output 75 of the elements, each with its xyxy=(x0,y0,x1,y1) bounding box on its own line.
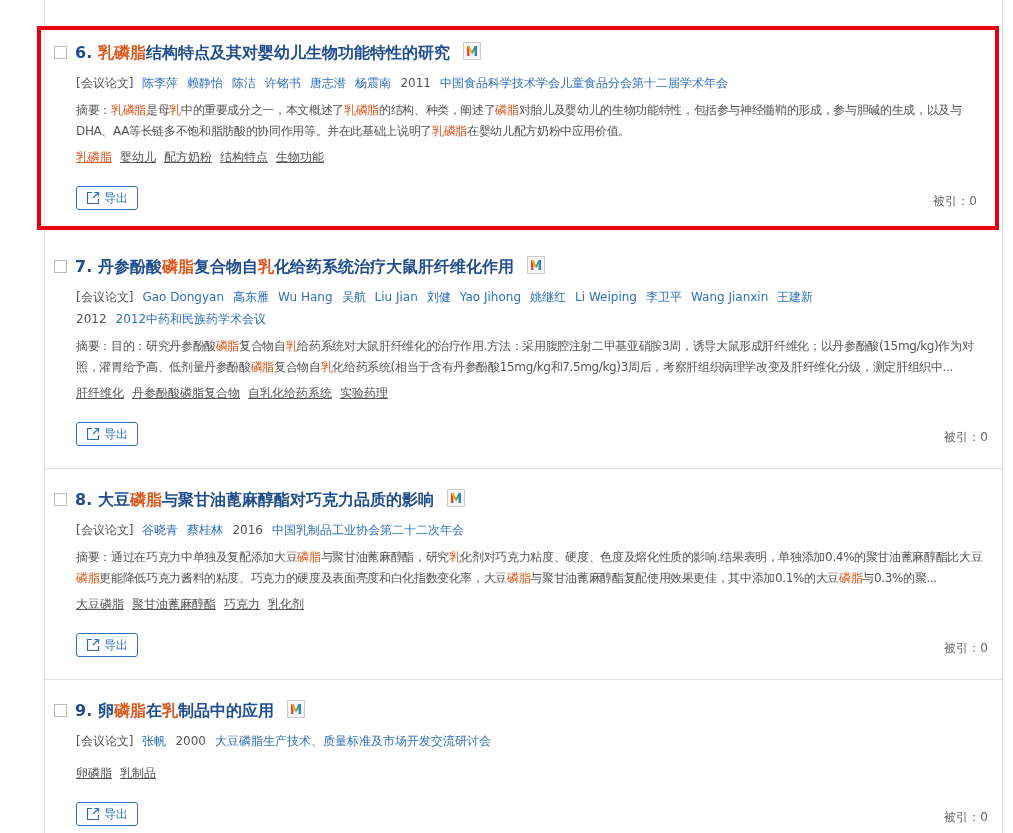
checkbox[interactable] xyxy=(54,704,67,717)
year: 2000 xyxy=(175,734,206,748)
author-link[interactable]: 谷晓青 xyxy=(142,523,179,537)
keyword-link[interactable]: 自乳化给药系统 xyxy=(248,386,332,400)
author-link[interactable]: 高东雁 xyxy=(233,290,270,304)
abstract-text: 摘要：乳磷脂是母乳中的重要成分之一，本文概述了乳磷脂的结构、种类，阐述了磷脂对胎儿及婴幼儿的生物功能特性，包括参与神经髓鞘的形成，参与胆碱的生成，以及与DHA、AA等长链多不饱和脂肪酸的协同作用等。并在此基础上说明了乳磷脂在婴幼儿配方奶粉中应用价值。 xyxy=(76,102,963,140)
author-link[interactable]: 陈李萍 xyxy=(142,76,179,90)
author-link[interactable]: 吴航 xyxy=(341,290,366,304)
export-button[interactable]: 导出 xyxy=(76,422,138,446)
cited-count: 被引：0 xyxy=(944,640,988,657)
author-link[interactable]: Li Weiping xyxy=(575,290,637,304)
keyword-link[interactable]: 丹参酚酸磷脂复合物 xyxy=(132,386,240,400)
export-icon xyxy=(86,191,100,205)
m-logo-icon[interactable] xyxy=(526,256,545,274)
author-link[interactable]: 杨震南 xyxy=(355,76,392,90)
author-link[interactable]: 陈洁 xyxy=(232,76,257,90)
author-link[interactable]: 张帆 xyxy=(142,734,167,748)
keyword-link[interactable]: 乳化剂 xyxy=(268,597,304,611)
result-title[interactable]: 6. 乳磷脂结构特点及其对婴幼儿生物功能特性的研究 xyxy=(75,42,450,64)
export-button[interactable]: 导出 xyxy=(76,802,138,826)
checkbox[interactable] xyxy=(54,493,67,506)
result-title[interactable]: 7. 丹参酚酸磷脂复合物自乳化给药系统治疗大鼠肝纤维化作用 xyxy=(75,256,514,278)
author-link[interactable]: Liu Jian xyxy=(374,290,418,304)
export-icon xyxy=(86,807,100,821)
document-type: [会议论文] xyxy=(76,734,134,748)
author-link[interactable]: 李卫平 xyxy=(645,290,682,304)
year: 2016 xyxy=(232,523,263,537)
keyword-link[interactable]: 肝纤维化 xyxy=(76,386,124,400)
keyword-link[interactable]: 实验药理 xyxy=(340,386,388,400)
abstract-text: 摘要：目的：研究丹参酚酸磷脂复合物自乳给药系统对大鼠肝纤维化的治疗作用.方法：采用腹腔注射二甲基亚硝胺3周，诱导大鼠形成肝纤维化；以丹参酚酸(15mg/kg)作为对照，灌胃给予高、低剂量丹参酚酸磷脂复合物自乳化给药系统(相当于含有丹参酚酸15mg/kg和7.5mg/kg)3周后，考察肝组织病理学改变及肝纤维化分级，测定肝组织中... xyxy=(76,338,975,376)
keyword-link[interactable]: 大豆磷脂 xyxy=(76,597,124,611)
export-icon xyxy=(86,427,100,441)
author-link[interactable]: 许铭书 xyxy=(265,76,302,90)
author-link[interactable]: 蔡桂林 xyxy=(187,523,224,537)
keyword-link[interactable]: 乳制品 xyxy=(120,766,156,780)
keyword-link[interactable]: 婴幼儿 xyxy=(120,150,156,164)
year: 2012 xyxy=(76,312,107,326)
m-logo-icon[interactable] xyxy=(286,700,305,718)
cited-count: 被引：0 xyxy=(944,429,988,446)
document-type: [会议论文] xyxy=(76,290,134,304)
checkbox[interactable] xyxy=(54,46,67,59)
keyword-link[interactable]: 生物功能 xyxy=(276,150,324,164)
keyword-link[interactable]: 聚甘油蓖麻醇酯 xyxy=(132,597,216,611)
source-link[interactable]: 中国食品科学技术学会儿童食品分会第十二届学术年会 xyxy=(439,76,728,90)
result-title[interactable]: 9. 卵磷脂在乳制品中的应用 xyxy=(75,700,274,722)
source-link[interactable]: 中国乳制品工业协会第二十二次年会 xyxy=(271,523,464,537)
keyword-link[interactable]: 乳磷脂 xyxy=(76,150,112,164)
cited-count: 被引：0 xyxy=(944,809,988,826)
keyword-link[interactable]: 卵磷脂 xyxy=(76,766,112,780)
author-link[interactable]: 赖静怡 xyxy=(187,76,224,90)
year: 2011 xyxy=(400,76,431,90)
document-type: [会议论文] xyxy=(76,76,134,90)
author-link[interactable]: Wang Jianxin xyxy=(690,290,769,304)
source-link[interactable]: 2012中药和民族药学术会议 xyxy=(115,312,267,326)
result-title[interactable]: 8. 大豆磷脂与聚甘油蓖麻醇酯对巧克力品质的影响 xyxy=(75,489,434,511)
author-link[interactable]: Gao Dongyan xyxy=(142,290,225,304)
source-link[interactable]: 大豆磷脂生产技术、质量标准及市场开发交流研讨会 xyxy=(214,734,491,748)
export-icon xyxy=(86,638,100,652)
author-link[interactable]: Yao Jihong xyxy=(459,290,522,304)
export-button[interactable]: 导出 xyxy=(76,186,138,210)
checkbox[interactable] xyxy=(54,260,67,273)
keyword-link[interactable]: 巧克力 xyxy=(224,597,260,611)
author-link[interactable]: 刘健 xyxy=(426,290,451,304)
author-link[interactable]: 姚继红 xyxy=(530,290,567,304)
m-logo-icon[interactable] xyxy=(446,489,465,507)
cited-count: 被引：0 xyxy=(933,193,977,210)
document-type: [会议论文] xyxy=(76,523,134,537)
author-link[interactable]: Wu Hang xyxy=(278,290,333,304)
export-button[interactable]: 导出 xyxy=(76,633,138,657)
m-logo-icon[interactable] xyxy=(462,42,481,60)
abstract-text: 摘要：通过在巧克力中单独及复配添加大豆磷脂与聚甘油蓖麻醇酯，研究乳化剂对巧克力粘度、硬度、色度及熔化性质的影响.结果表明，单独添加0.4%的聚甘油蓖麻醇酯比大豆 磷脂更能降低巧克力酱料的粘度、巧克力的硬度及表面亮度和白化指数变化率，大豆磷脂与聚甘油蓖麻醇酯复配使用效果更佳，其中添加0.1%的大豆磷脂与0.3%的聚... xyxy=(76,549,984,587)
author-link[interactable]: 王建新 xyxy=(777,290,814,304)
author-link[interactable]: 唐志潜 xyxy=(310,76,347,90)
keyword-link[interactable]: 配方奶粉 xyxy=(164,150,212,164)
keyword-link[interactable]: 结构特点 xyxy=(220,150,268,164)
